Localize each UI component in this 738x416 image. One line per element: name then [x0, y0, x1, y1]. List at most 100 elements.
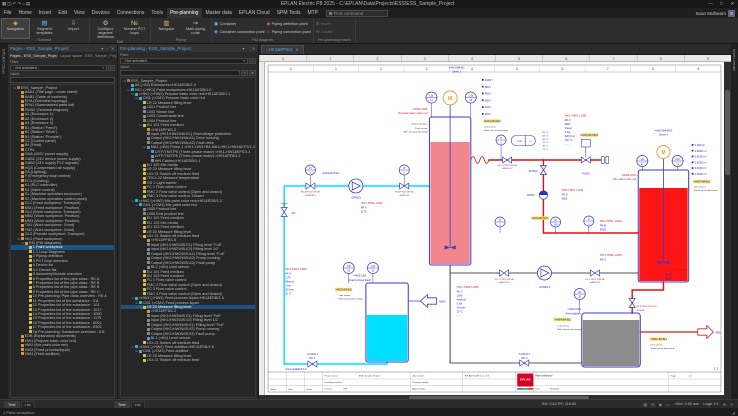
logic-scale-indicator[interactable]: Logic 1:1: [703, 402, 718, 406]
collapse-icon[interactable]: ⊟: [21, 241, 24, 245]
tree-item-icon: [29, 264, 32, 267]
ribbon-tab-file[interactable]: File: [0, 8, 15, 18]
collapse-icon[interactable]: ⊟: [135, 203, 138, 207]
vertical-scrollbar-thumb[interactable]: [725, 90, 730, 175]
pages-panel-tab-1[interactable]: Layout space - ESS_Sample_Proj...: [58, 52, 117, 59]
pages-filter-more-button[interactable]: …: [108, 65, 115, 71]
pages-panel-tab-0[interactable]: Pages - ESS_Sample_Project: [8, 52, 58, 59]
ribbon-button-segment-templates[interactable]: ▤Segment templates: [31, 19, 58, 38]
collapse-icon[interactable]: ⊟: [139, 123, 142, 127]
pages-tree-item[interactable]: HW4 (Feed additive): [11, 352, 114, 356]
svg-text:LR: LR: [641, 158, 644, 161]
ribbon-button-piping-definition-point[interactable]: ◆Piping definition point: [267, 21, 311, 27]
preplanning-edit-button[interactable]: a: [249, 70, 256, 76]
diagram-label: 3 bar: [565, 131, 571, 134]
quick-access-icon[interactable]: ◫: [7, 0, 11, 8]
vertical-scrollbar[interactable]: [724, 62, 731, 395]
horizontal-scrollbar[interactable]: [259, 395, 731, 399]
status-icons-right[interactable]: ⊕ ⊖: [723, 402, 735, 407]
pages-view-tab-tree[interactable]: Tree: [4, 401, 20, 408]
tree-item-label: Output (HK1\HW2\MS:A2) Pump running: [151, 256, 220, 260]
tree-item-icon: [21, 219, 24, 222]
diagram-label: RK A: [361, 207, 367, 210]
pages-filter-combo[interactable]: - Not activated -▾: [10, 65, 107, 71]
ribbon-button-import[interactable]: ⇩Import: [60, 19, 87, 38]
preplanning-value-input[interactable]: [120, 70, 240, 76]
collapse-icon[interactable]: ⊟: [127, 88, 130, 92]
left-dock-tab[interactable]: EPLAN Cloud: [0, 44, 8, 399]
ribbon-tab-edit[interactable]: Edit: [55, 8, 71, 18]
tree-item-icon: [21, 117, 24, 120]
ribbon-button-create[interactable]: ⊛Create: [316, 29, 333, 35]
quick-access-icon[interactable]: ▦: [2, 0, 6, 8]
ribbon-button-mark-piping-route[interactable]: ⇝Mark piping route: [182, 19, 209, 38]
panel-header-icons[interactable]: ▾ ▫ ✕: [242, 46, 256, 51]
ribbon-tab-view[interactable]: View: [71, 8, 89, 18]
collapse-icon[interactable]: ⊟: [135, 301, 138, 305]
tree-item-icon: [21, 233, 24, 236]
ribbon-tab-pre-planning[interactable]: Pre-planning: [167, 8, 202, 18]
quick-access-icon[interactable]: ↶: [13, 0, 17, 8]
collapse-icon[interactable]: ⊟: [13, 86, 16, 90]
collapse-icon[interactable]: ⊟: [131, 199, 134, 203]
ribbon-tab-connections[interactable]: Connections: [113, 8, 148, 18]
ribbon-button-insert[interactable]: ⊞Insert: [316, 21, 333, 27]
pages-view-tab-list[interactable]: List: [21, 401, 35, 408]
ribbon-tab-spm-tools[interactable]: SPM Tools: [273, 8, 304, 18]
diagram-label: 900 l/min: [565, 135, 576, 138]
pages-value-input[interactable]: [10, 77, 115, 83]
ribbon-button-navigator[interactable]: ▥Navigator: [153, 19, 180, 38]
tree-item-icon: [143, 279, 146, 282]
grid-indicator[interactable]: Grid: 2.50 mm: [675, 402, 699, 406]
close-button[interactable]: ✕: [727, 0, 738, 8]
ribbon-tab-insert[interactable]: Insert: [35, 8, 55, 18]
quick-access-icon[interactable]: ↷: [17, 0, 21, 8]
close-tab-icon[interactable]: ✕: [295, 47, 298, 52]
collapse-icon[interactable]: ⊟: [131, 296, 134, 300]
ruler-number: 2: [353, 55, 400, 61]
page-tab[interactable]: =HK1&PF8/1 ✕: [261, 45, 304, 55]
preplanning-filter-more-button[interactable]: …: [249, 58, 256, 64]
collapse-icon[interactable]: ⊟: [17, 237, 20, 241]
diagram-label: - - -: [565, 143, 569, 146]
collapse-icon[interactable]: ⊟: [135, 349, 138, 353]
find-command-box[interactable]: Find command: [326, 10, 388, 17]
ribbon-tab-master-data[interactable]: Master data: [202, 8, 235, 18]
ribbon-tab-home[interactable]: Home: [15, 8, 35, 18]
minimize-button[interactable]: —: [705, 0, 716, 8]
panel-header-icons[interactable]: ▾ ▫ ✕: [101, 46, 115, 51]
collapse-icon[interactable]: ⊟: [123, 79, 126, 83]
right-dock-tab[interactable]: Insert center: [731, 44, 738, 399]
collapse-icon[interactable]: ⊟: [139, 305, 142, 309]
user-account[interactable]: Sean Mulhearn S: [695, 8, 738, 18]
quick-access-icon[interactable]: ⌂: [22, 0, 25, 8]
ribbon-button-piping-connection-point[interactable]: ◇Piping connection point: [267, 29, 311, 35]
preplanning-tree-item[interactable]: LS± 21 Switch off medium feed: [121, 358, 255, 362]
ribbon-button-container-connection-point[interactable]: ◉Container connection point: [214, 29, 265, 35]
ribbon-button-number-pct-loops[interactable]: №Number PCT loops: [121, 19, 148, 40]
ribbon-tab-tools[interactable]: Tools: [148, 8, 167, 18]
horizontal-scrollbar-thumb[interactable]: [409, 396, 589, 399]
preplanning-view-tab-tree[interactable]: Tree: [114, 401, 130, 408]
tree-item-label: GL3 (Provide workpiece: Transport): [25, 232, 85, 236]
collapse-icon[interactable]: ⊟: [135, 96, 138, 100]
tree-item-icon: [143, 172, 146, 175]
collapse-icon[interactable]: ⊟: [139, 234, 142, 238]
collapse-icon[interactable]: ⊟: [131, 92, 134, 96]
status-icons-left[interactable]: ▦ ⊞ ◆ ▭: [643, 402, 671, 407]
drawing-canvas[interactable]: 0123456789LIS14LS±15PI1PI2TI1FI1RI100TI1…: [265, 62, 724, 395]
tree-item-icon: [21, 193, 24, 196]
ribbon-tab-eplan-cloud[interactable]: EPLAN Cloud: [235, 8, 273, 18]
maximize-button[interactable]: □: [716, 0, 727, 8]
preplanning-view-tab-list[interactable]: List: [131, 401, 145, 408]
ribbon-button-configure-segment-definitions[interactable]: ⚙Configure segment definitions: [92, 19, 119, 40]
ribbon-button-container[interactable]: ▣Container: [214, 21, 265, 27]
preplanning-filter-combo[interactable]: - Not activated -▾: [120, 58, 248, 64]
collapse-icon[interactable]: ⊟: [131, 345, 134, 349]
preplanning-add-button[interactable]: +: [241, 70, 248, 76]
collapse-icon[interactable]: ⊟: [143, 145, 146, 149]
ribbon-button-navigation[interactable]: ◈Navigation: [2, 19, 29, 38]
ribbon-tab-mtp[interactable]: MTP: [304, 8, 322, 18]
pid-diagram[interactable]: 0123456789LIS14LS±15PI1PI2TI1FI1RI100TI1…: [265, 62, 724, 395]
ribbon-tab-devices[interactable]: Devices: [88, 8, 113, 18]
